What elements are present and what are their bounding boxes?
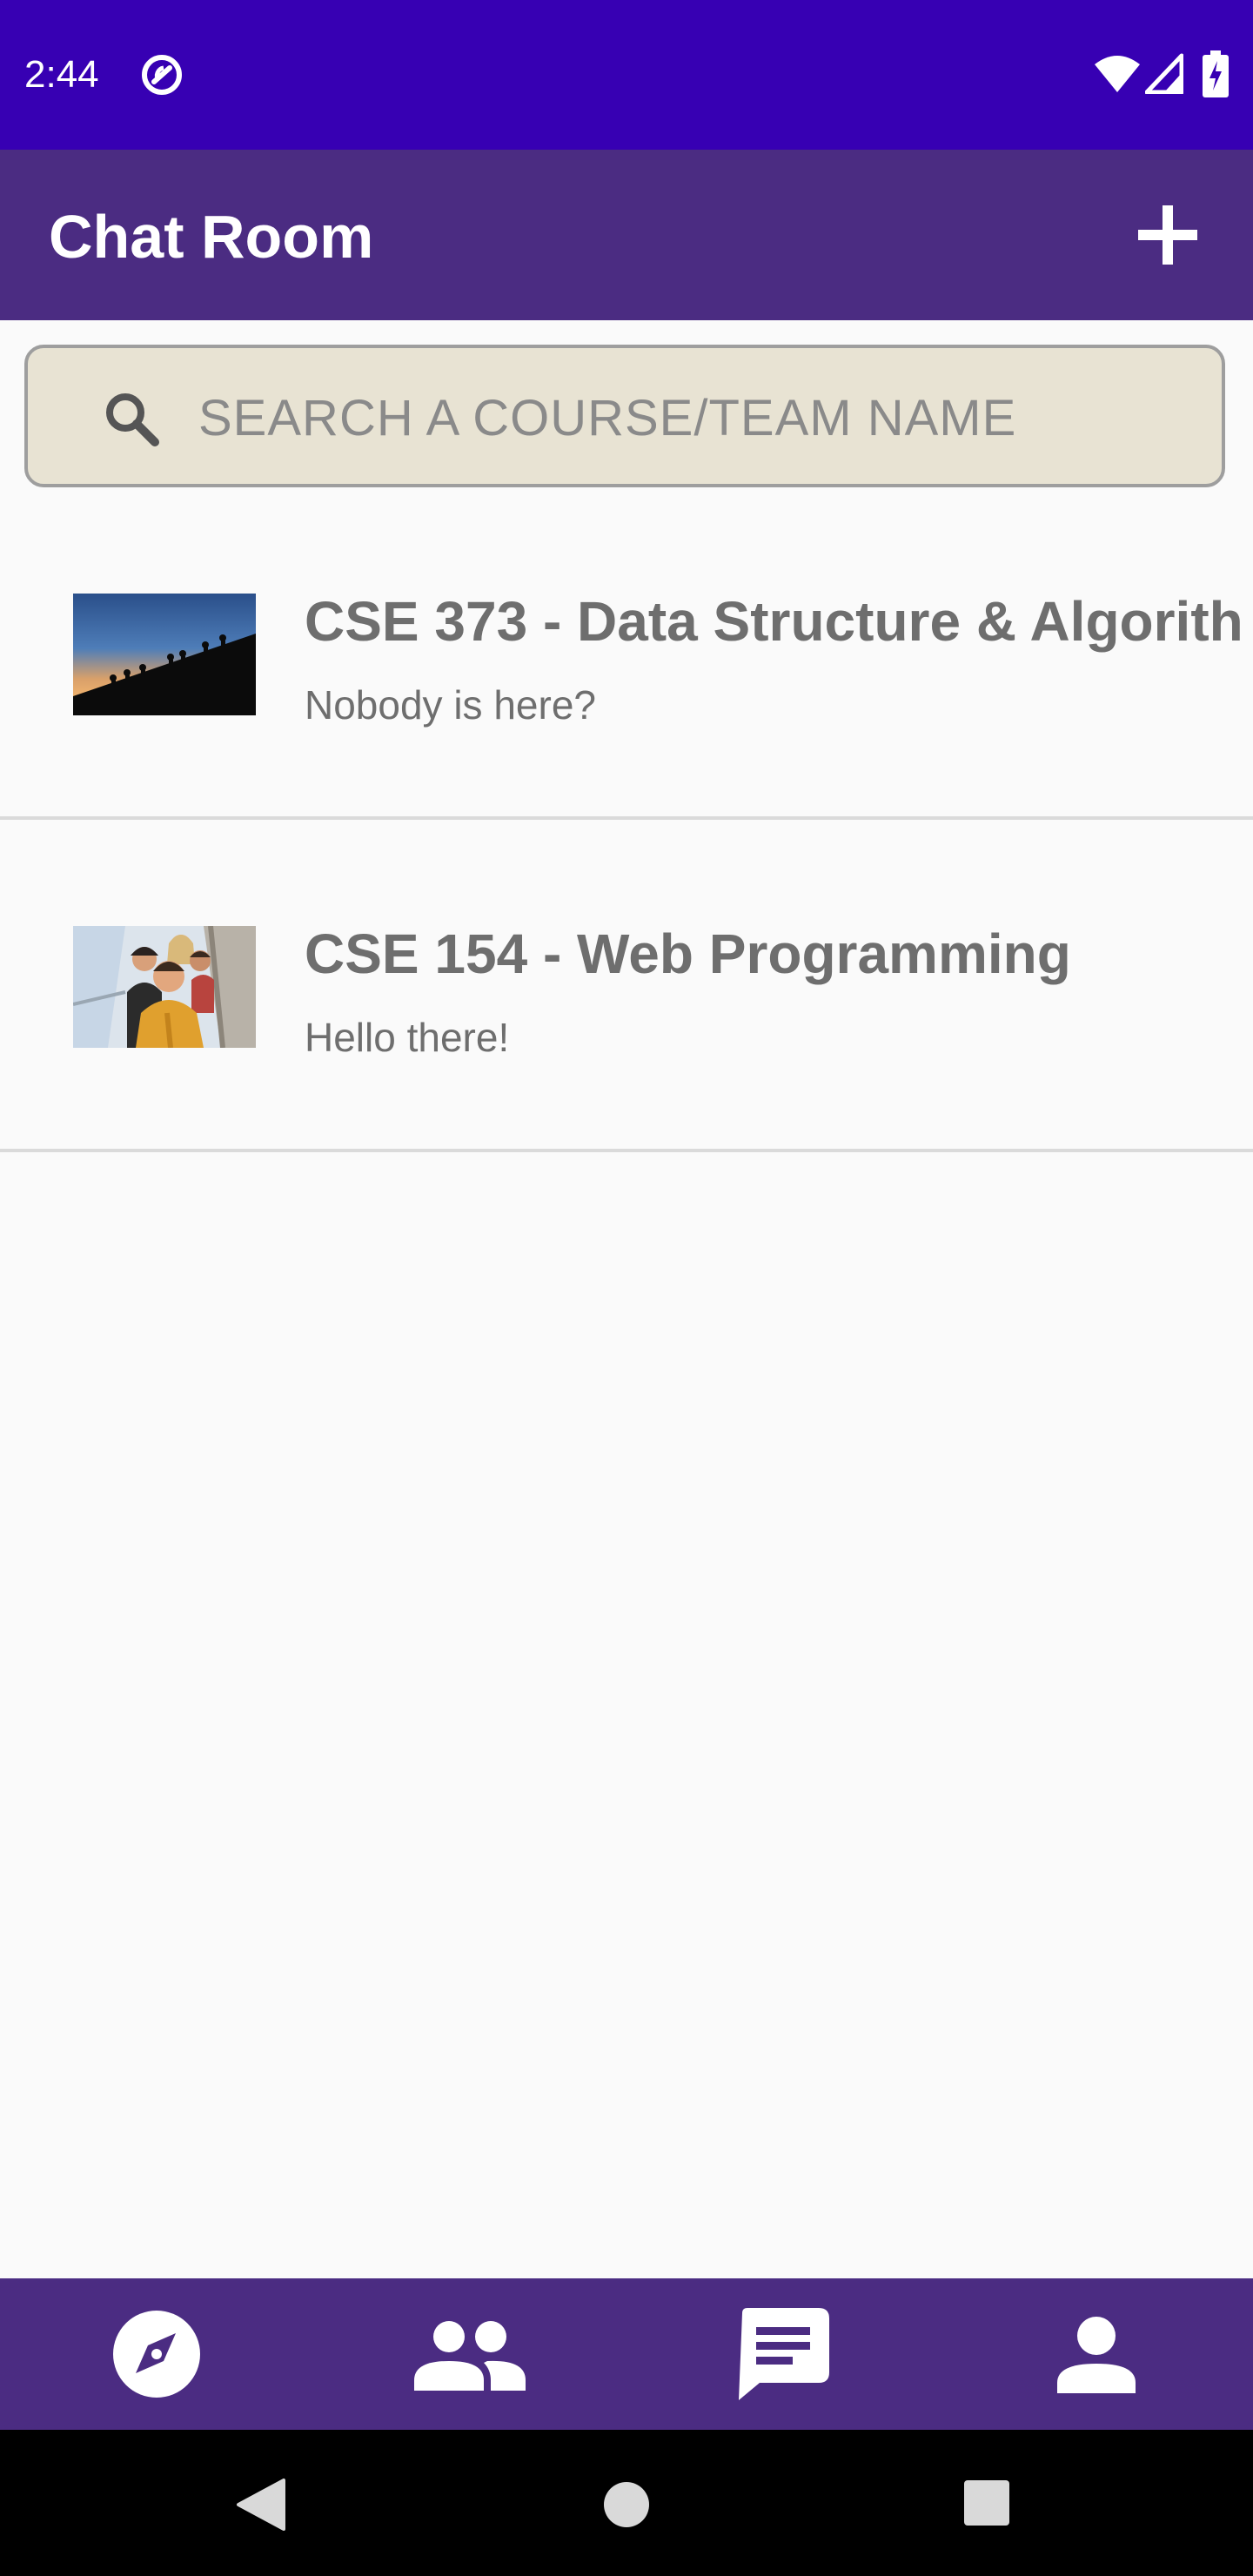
recents-icon[interactable] [964,2480,1009,2526]
chat-preview: Hello there! [305,1015,510,1060]
status-bar: 2:44 [0,0,1253,150]
battery-charging-icon [1203,50,1229,97]
chat-name: CSE 373 - Data Structure & Algorithms [305,590,1244,653]
chat-preview: Nobody is here? [305,682,596,728]
search-bar[interactable] [24,345,1225,487]
back-icon[interactable] [235,2477,287,2532]
nav-item-explore[interactable] [0,2278,313,2430]
page-title: Chat Room [49,203,374,271]
system-navigation-bar [0,2430,1253,2576]
status-time: 2:44 [24,53,99,96]
home-icon[interactable] [602,2480,651,2529]
nav-item-chat[interactable] [626,2278,940,2430]
compass-icon [113,2311,200,2398]
nav-item-teams[interactable] [313,2278,626,2430]
group-selfie-image [73,926,256,1048]
search-input[interactable] [198,374,1199,461]
hikers-silhouette-sunset-image [73,594,256,715]
person-icon [1057,2317,1136,2393]
chat-list-item[interactable]: CSE 373 - Data Structure & Algorithms No… [0,487,1253,820]
add-icon [1138,205,1197,265]
chat-name: CSE 154 - Web Programming [305,922,1071,985]
chat-list-item[interactable]: CSE 154 - Web Programming Hello there! [0,820,1253,1152]
chat-room-screen: 2:44 Chat Room SEARCH A COURSE/TEAM NAME… [0,0,1253,2576]
signal-icon [1145,53,1183,94]
people-icon [414,2321,526,2391]
sync-icon [142,55,182,95]
search-icon [106,393,159,446]
chat-list: CSE 373 - Data Structure & Algorithms No… [0,487,1253,1152]
nav-item-profile[interactable] [940,2278,1253,2430]
wifi-icon [1095,56,1140,92]
chat-icon [739,2308,829,2400]
bottom-navigation [0,2278,1253,2430]
add-chat-button[interactable] [1126,193,1209,277]
app-bar: Chat Room [0,150,1253,320]
